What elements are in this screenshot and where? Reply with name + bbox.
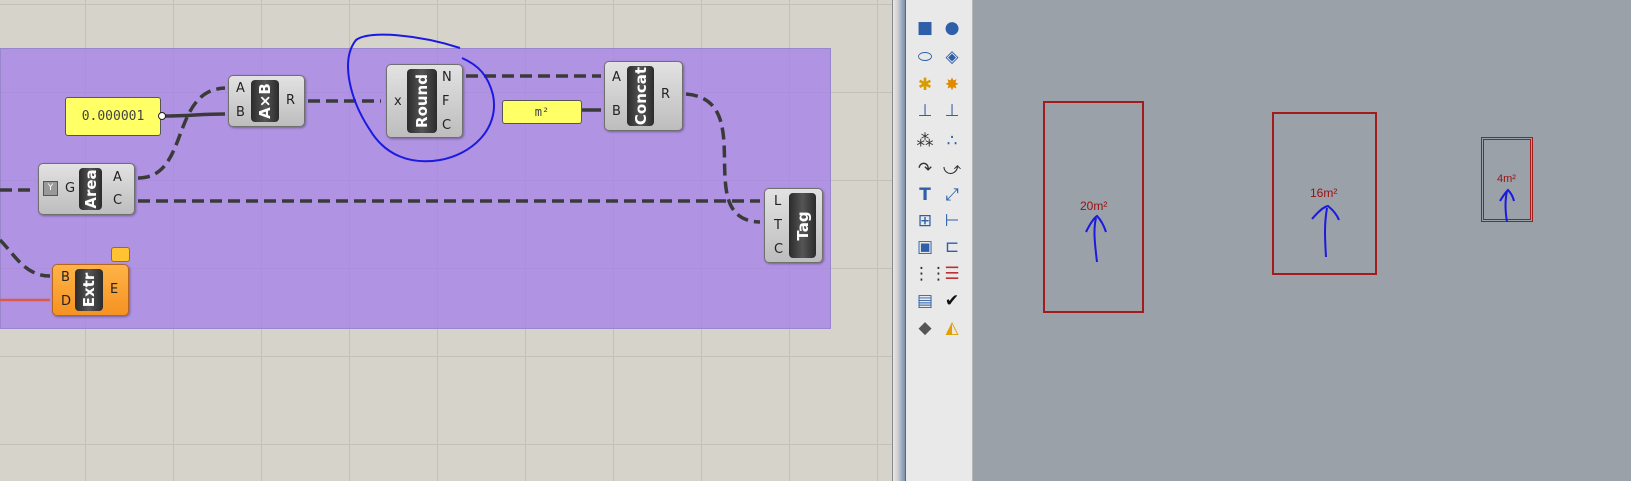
points-icon[interactable]: ∴ [940, 130, 964, 152]
arrow-annotation-1 [1085, 214, 1107, 263]
rhino-viewport[interactable]: 20m² 16m² 4m² [973, 0, 1631, 481]
viewport-annotations [1085, 188, 1515, 263]
solids-icon[interactable]: ◆ [913, 317, 937, 339]
rhino-side-toolbar: ■ ● ⬭ ◈ ✱ ✸ ⊥ ⊥ ⁂ ∴ ↷ ⤻ T ⤢ ⊞ ⊢ ▣ ⊏ ⋮⋮ ☰… [906, 0, 973, 481]
fillet-icon[interactable]: ⤻ [940, 158, 964, 180]
ruler-icon[interactable]: ⊏ [940, 236, 964, 258]
check-icon[interactable]: ✔ [940, 290, 964, 312]
paint-icon[interactable]: ◭ [940, 317, 964, 339]
scale-icon[interactable]: ⤢ [940, 184, 964, 206]
annotation-circle [347, 33, 496, 163]
cube-icon[interactable]: ■ [913, 17, 937, 39]
sphere-cluster-icon[interactable]: ⁂ [913, 130, 937, 152]
arc-icon[interactable]: ↷ [913, 158, 937, 180]
grid-icon[interactable]: ⋮⋮ [913, 263, 947, 285]
cylinder-icon[interactable]: ⬭ [913, 46, 937, 68]
surface-icon[interactable]: ◈ [940, 46, 964, 68]
gear-star-icon[interactable]: ✱ [913, 74, 937, 96]
stack-icon[interactable]: ☰ [940, 263, 964, 285]
panel-splitter[interactable] [892, 0, 906, 481]
arrow-annotation-3 [1499, 188, 1515, 223]
split-icon[interactable]: ⊥ [913, 100, 937, 122]
clipboard-icon[interactable]: ▤ [913, 290, 937, 312]
array-icon[interactable]: ⊞ [913, 210, 937, 232]
dimension-icon[interactable]: ⊢ [940, 210, 964, 232]
explode-icon[interactable]: ✸ [940, 74, 964, 96]
box-render-icon[interactable]: ▣ [913, 236, 937, 258]
annotation-layer [347, 33, 496, 163]
spheres-icon[interactable]: ● [940, 17, 964, 39]
trim-icon[interactable]: ⊥ [940, 100, 964, 122]
text-icon[interactable]: T [913, 184, 937, 206]
grasshopper-canvas[interactable]: 0.000001 Y G Area A C A B A×B R x Round … [0, 0, 892, 481]
arrow-annotation-2 [1311, 204, 1340, 258]
